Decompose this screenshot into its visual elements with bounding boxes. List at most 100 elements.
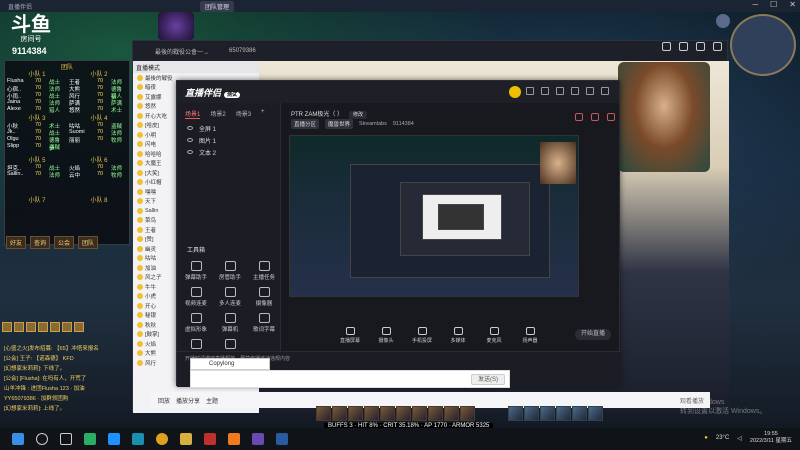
tab-raid[interactable]: 团队 [78,236,99,249]
skill-icon[interactable] [380,406,395,421]
social-icon[interactable] [50,322,60,332]
replay-button[interactable]: 回放 [158,396,170,405]
category-value[interactable]: 魔兽世界 [325,119,354,129]
weather-icon[interactable]: ● [704,435,708,441]
skill-icon[interactable] [508,406,523,421]
skill-icon[interactable] [572,406,587,421]
theme-button[interactable]: 主题 [206,396,218,405]
wechat-icon[interactable] [84,433,96,445]
raid-member[interactable]: 心宿.. 70 法师 [7,85,67,93]
tool-button[interactable]: 摄像器 [247,287,281,307]
windows-start-icon[interactable] [12,433,24,445]
clock[interactable]: 19:55 2022/3/11 星期五 [750,431,792,445]
tool-button[interactable]: 歌词字幕 [247,313,281,333]
eye-icon[interactable] [187,138,193,142]
folder-icon[interactable] [180,433,192,445]
raid-member[interactable]: 大熊 70 德鲁伊 [69,85,129,101]
screen-capture-button[interactable]: 直播屏幕 [339,327,361,351]
skill-icon[interactable] [444,406,459,421]
raid-member[interactable]: Olgu 70 德鲁伊 [7,136,67,152]
map-icon[interactable] [62,322,72,332]
speaker-icon[interactable]: ◁ [737,435,742,442]
tab-search[interactable]: 查询 [30,236,51,249]
media-button[interactable]: 多媒体 [447,327,469,351]
raid-member[interactable]: Alexe 70 猎人 [7,106,67,114]
tool-button[interactable]: 视频连麦 [179,287,213,307]
avatar[interactable] [509,86,521,98]
minimize-icon[interactable] [571,87,579,95]
maximize-icon[interactable] [586,87,594,95]
skill-icon[interactable] [412,406,427,421]
task-view-icon[interactable] [60,433,72,445]
mail-icon[interactable] [526,87,534,95]
tool-button[interactable]: 主播任务 [247,261,281,281]
raid-member[interactable]: 火焰 70 法师 [69,164,129,172]
chat-input[interactable]: 发送(S) [190,370,510,388]
skill-icon[interactable] [332,406,347,421]
speaker-button[interactable]: 扬声器 [519,327,541,351]
scene-item[interactable]: 文本 2 [177,146,280,158]
skill-icon[interactable] [396,406,411,421]
eye-icon[interactable] [187,126,193,130]
chat-icon[interactable] [713,42,722,51]
game-launcher-icon[interactable] [204,433,216,445]
modify-button[interactable]: 修改 [349,111,368,119]
tab-friends[interactable]: 好友 [6,236,27,249]
eye-icon[interactable] [187,150,193,154]
skill-icon[interactable] [540,406,555,421]
raid-member[interactable]: Suomi 70 法师 [69,129,129,137]
start-live-button[interactable]: 开始直播 [575,329,611,340]
microphone-button[interactable]: 麦克风 [483,327,505,351]
maximize-icon[interactable]: ☐ [770,0,777,9]
clock-icon[interactable] [716,14,730,28]
edge-icon[interactable] [132,433,144,445]
skill-icon[interactable] [428,406,443,421]
tab-scene-3[interactable]: 场景3 [236,109,251,119]
skill-icon[interactable] [348,406,363,421]
send-button[interactable]: 发送(S) [471,374,505,385]
scene-item[interactable]: 全屏 1 [177,122,280,134]
raid-member[interactable]: 小秋 70 术士 [7,122,67,130]
raid-member[interactable]: 萨满 70 萨满 [69,99,129,107]
raid-member[interactable]: 风行 70 猎人 [69,92,129,100]
raid-member[interactable]: 咕咕 70 盗贼 [69,122,129,130]
close-icon[interactable] [601,87,609,95]
skill-icon[interactable] [316,406,331,421]
raid-member[interactable]: 丽丽 70 牧师 [69,136,129,144]
camera-button[interactable]: 摄像头 [375,327,397,351]
gamepad-icon[interactable] [696,42,705,51]
tool-button[interactable]: 虚拟形象 [179,313,213,333]
minimap[interactable] [730,14,796,76]
character-icon[interactable] [2,322,12,332]
tool-button[interactable]: 弹幕机 [213,313,247,333]
warcraft-icon[interactable] [276,433,288,445]
douyu-icon[interactable] [228,433,240,445]
character-portrait[interactable] [158,12,194,40]
skill-icon[interactable] [588,406,603,421]
qq-icon[interactable] [108,433,120,445]
minimize-icon[interactable]: ─ [752,0,758,9]
spellbook-icon[interactable] [14,322,24,332]
settings-icon[interactable] [607,113,615,121]
screen-icon[interactable] [662,42,671,51]
raid-member[interactable]: Jaina 70 法师 [7,99,67,107]
skill-icon[interactable] [524,406,539,421]
share-button[interactable]: 播放分享 [176,396,200,405]
talents-icon[interactable] [26,322,36,332]
raid-member[interactable]: Sallin.. 70 法师 [7,171,67,179]
stream-preview[interactable] [289,135,579,297]
tool-button[interactable]: 多人连麦 [213,287,247,307]
tool-button[interactable]: 房管助手 [213,261,247,281]
scene-item[interactable]: 图片 1 [177,134,280,146]
raid-member[interactable]: 王者 70 法师 [69,78,129,86]
add-scene-icon[interactable]: + [261,109,265,119]
close-icon[interactable]: ✕ [789,0,796,9]
raid-member[interactable]: Slipp 70 盗贼 [7,143,67,151]
window-tag[interactable]: 团队管理 [200,1,235,12]
quest-icon[interactable] [38,322,48,332]
companion-icon[interactable] [252,433,264,445]
raid-member[interactable]: 坦克.. 70 战士 [7,164,67,172]
raid-member[interactable]: 云中 70 牧师 [69,171,129,179]
phone-cast-button[interactable]: 手机投屏 [411,327,433,351]
tool-button[interactable]: 弹幕助手 [179,261,213,281]
